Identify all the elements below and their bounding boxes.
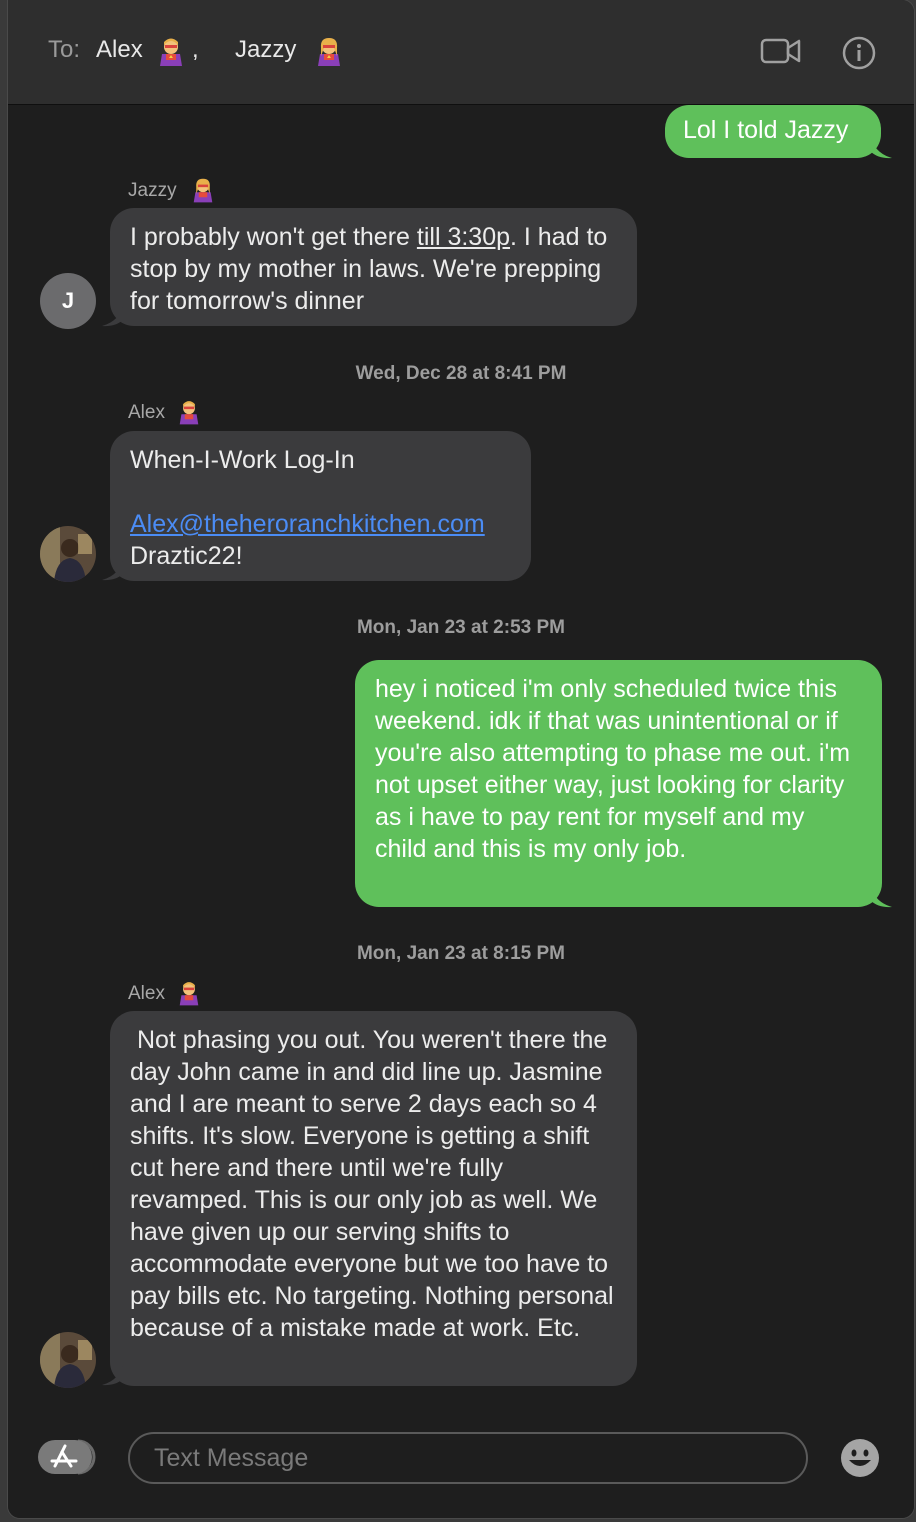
message-bubble-outgoing[interactable]: Lol I told Jazzy [665, 105, 881, 158]
superhero-emoji-icon [318, 38, 340, 66]
sender-name: Jazzy [128, 180, 177, 201]
sender-name: Alex [128, 402, 165, 423]
message-list[interactable]: Lol I told Jazzy Jazzy J I probably won'… [8, 105, 914, 1415]
avatar-photo [40, 1332, 96, 1388]
bubble-tail [102, 1362, 124, 1386]
bubble-tail [102, 557, 124, 581]
message-bubble-incoming[interactable]: Not phasing you out. You weren't there t… [110, 1011, 637, 1386]
video-camera-icon[interactable] [760, 34, 802, 68]
info-icon[interactable] [842, 36, 876, 70]
message-text: When-I-Work Log-In [130, 446, 355, 474]
bubble-tail [870, 135, 892, 159]
superhero-emoji-icon [179, 982, 199, 1006]
superhero-emoji-icon [193, 178, 213, 203]
message-bubble-incoming[interactable]: I probably won't get there till 3:30p. I… [110, 208, 637, 326]
avatar-photo [40, 526, 96, 582]
recipient-jazzy[interactable]: Jazzy [235, 36, 296, 64]
message-bubble-outgoing[interactable]: hey i noticed i'm only scheduled twice t… [355, 660, 882, 907]
date-detector-link[interactable]: till 3:30p [417, 223, 510, 251]
timestamp: Mon, Jan 23 at 8:15 PM [356, 943, 565, 964]
composer-bar [8, 1415, 914, 1518]
bubble-tail [870, 884, 892, 908]
avatar[interactable]: J [40, 273, 96, 329]
avatar[interactable] [40, 1332, 96, 1388]
superhero-emoji-icon [160, 38, 182, 66]
recipient-alex[interactable]: Alex [96, 36, 143, 64]
superhero-emoji-icon [179, 401, 199, 425]
timestamp: Wed, Dec 28 at 8:41 PM [355, 363, 567, 384]
bubble-tail [102, 303, 124, 327]
to-label: To: [48, 36, 81, 63]
app-store-icon[interactable] [38, 1438, 98, 1476]
email-link[interactable]: Alex@theheroranchkitchen.com [130, 508, 511, 540]
timestamp: Mon, Jan 23 at 2:53 PM [356, 617, 565, 638]
recipient-separator: , [192, 36, 199, 63]
message-bubble-incoming[interactable]: When-I-Work Log-In Alex@theheroranchkitc… [110, 431, 531, 581]
message-input[interactable] [128, 1432, 808, 1484]
sender-name: Alex [128, 983, 165, 1004]
messages-window: To: Alex , Jazzy Lol I told Jazzy Jazzy … [8, 0, 914, 1518]
message-text: Draztic22! [130, 542, 243, 570]
avatar[interactable] [40, 526, 96, 582]
conversation-header: To: Alex , Jazzy [8, 0, 914, 105]
emoji-icon[interactable] [840, 1438, 880, 1478]
message-text: I probably won't get there [130, 223, 417, 251]
